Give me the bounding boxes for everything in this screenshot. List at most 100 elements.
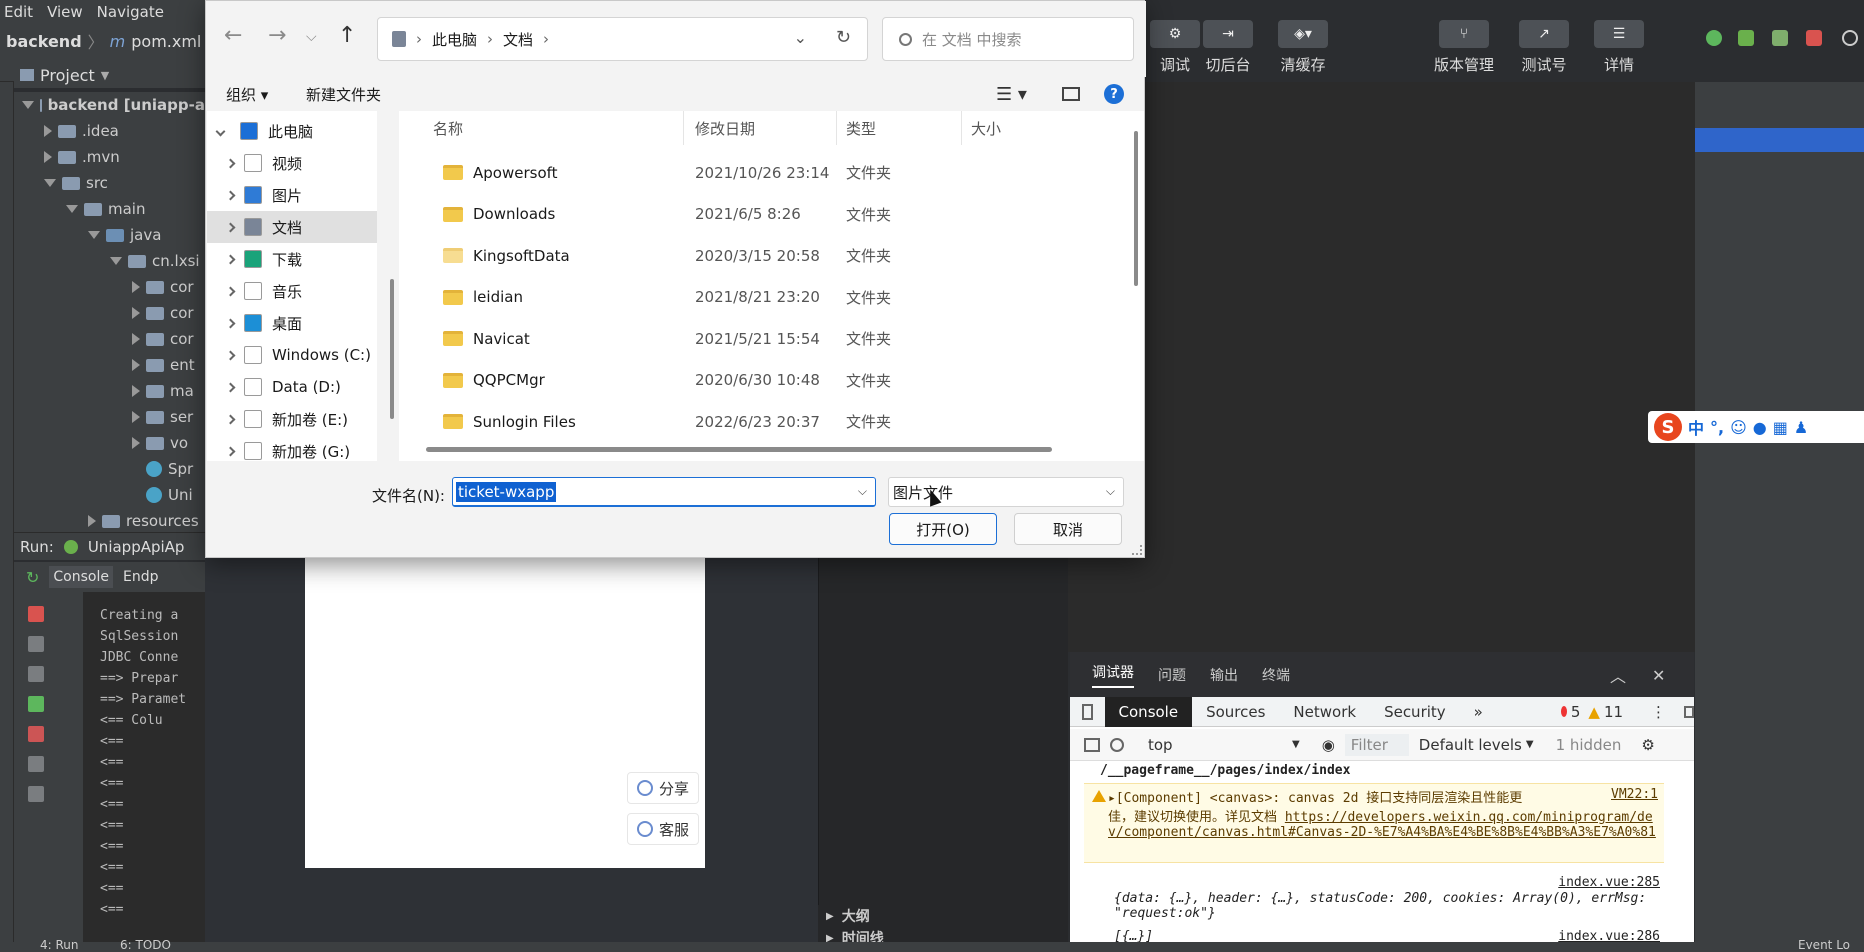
toolbar-test-account[interactable]: ↗ 测试号	[1514, 20, 1574, 75]
nav-item[interactable]: Data (D:)	[207, 371, 377, 403]
close-icon[interactable]: ✕	[1652, 666, 1665, 685]
error-count[interactable]: 5	[1571, 703, 1581, 721]
tree-item[interactable]: ma	[14, 378, 205, 404]
file-row[interactable]: Apowersoft 2021/10/26 23:14 文件夹	[399, 152, 1144, 193]
nav-item[interactable]: 此电脑	[207, 115, 377, 147]
inspect-icon[interactable]	[1082, 703, 1093, 720]
console-messages[interactable]: /__pageframe__/pages/index/index ▸[Compo…	[1070, 761, 1694, 942]
tree-item[interactable]: Uni	[14, 482, 205, 508]
chevron-right-icon[interactable]	[225, 350, 236, 360]
tree-item[interactable]: src	[14, 170, 205, 196]
resize-grip-icon[interactable]	[1132, 545, 1142, 555]
breadcrumb-file[interactable]: pom.xml	[131, 32, 201, 51]
chevron-right-icon[interactable]	[225, 382, 236, 392]
menu-view[interactable]: View	[47, 3, 83, 21]
nav-item[interactable]: 下载	[207, 243, 377, 275]
warning-source-link[interactable]: VM22:1	[1611, 787, 1658, 802]
rerun-icon[interactable]: ↻	[26, 568, 39, 587]
chevron-down-icon[interactable]	[22, 101, 34, 109]
toolbar-version[interactable]: ⑂ 版本管理	[1434, 20, 1494, 75]
new-folder-button[interactable]: 新建文件夹	[306, 84, 381, 105]
context-select[interactable]: top	[1148, 736, 1298, 754]
organize-menu[interactable]: 组织 ▾	[226, 84, 268, 105]
tree-item[interactable]: .mvn	[14, 144, 205, 170]
chevron-right-icon[interactable]	[225, 318, 236, 328]
chevron-right-icon[interactable]	[132, 333, 140, 345]
nav-item[interactable]: 文档	[207, 211, 377, 243]
tab-sources[interactable]: Sources	[1192, 697, 1279, 727]
cancel-button[interactable]: 取消	[1014, 513, 1122, 545]
toolbar-clear-cache[interactable]: ◈▾ 清缓存	[1273, 20, 1333, 75]
tree-item[interactable]: cor	[14, 300, 205, 326]
tab-problems[interactable]: 问题	[1158, 665, 1186, 685]
chevron-down-icon[interactable]: ⌵	[858, 484, 867, 499]
tab-output[interactable]: 输出	[1210, 665, 1238, 685]
tree-item[interactable]: Spr	[14, 456, 205, 482]
exit-icon[interactable]	[28, 726, 44, 742]
refresh-icon[interactable]: ↻	[836, 27, 851, 48]
chevron-right-icon[interactable]	[132, 411, 140, 423]
search-input[interactable]: 在 文档 中搜索	[882, 17, 1134, 61]
tree-item[interactable]: ser	[14, 404, 205, 430]
bug-icon[interactable]	[1738, 30, 1754, 46]
file-row[interactable]: KingsoftData 2020/3/15 20:58 文件夹	[399, 235, 1144, 276]
clear-console-icon[interactable]	[1110, 737, 1124, 752]
chevron-right-icon[interactable]	[132, 385, 140, 397]
nav-item[interactable]: 桌面	[207, 307, 377, 339]
up-icon[interactable]: ↑	[338, 23, 356, 48]
warning-count[interactable]: 11	[1604, 703, 1623, 721]
forward-icon[interactable]: →	[268, 23, 286, 48]
pause-icon[interactable]	[28, 636, 44, 652]
layout-icon[interactable]	[28, 756, 44, 772]
address-crumb-pc[interactable]: 此电脑	[432, 29, 477, 50]
sidebar-toggle-icon[interactable]	[1084, 737, 1100, 752]
tree-item[interactable]: java	[14, 222, 205, 248]
view-options-icon[interactable]: ☰ ▾	[996, 84, 1027, 105]
dock-icon[interactable]	[1684, 705, 1695, 718]
breadcrumb-project[interactable]: backend	[6, 32, 82, 51]
tab-console[interactable]: Console	[1104, 696, 1193, 727]
tab-more[interactable]: »	[1460, 697, 1497, 727]
ime-mode[interactable]: 中	[1688, 415, 1704, 439]
chevron-right-icon[interactable]	[44, 125, 52, 137]
chevron-right-icon[interactable]	[132, 437, 140, 449]
column-type[interactable]: 类型	[846, 118, 876, 139]
share-button[interactable]: 分享	[627, 772, 699, 804]
chevron-down-icon[interactable]	[88, 231, 100, 239]
column-name[interactable]: 名称	[433, 118, 463, 139]
column-date[interactable]: 修改日期	[695, 118, 755, 139]
chevron-down-icon[interactable]	[110, 257, 122, 265]
address-bar[interactable]: › 此电脑 › 文档 › ⌄ ↻	[377, 17, 868, 61]
chevron-right-icon[interactable]	[225, 286, 236, 296]
outline-item[interactable]: ▶ 大纲	[818, 905, 1068, 927]
ime-punct[interactable]: °,	[1710, 418, 1724, 437]
chevron-right-icon[interactable]	[132, 281, 140, 293]
tree-item[interactable]: cn.lxsi	[14, 248, 205, 274]
chevron-right-icon[interactable]	[225, 446, 236, 456]
run-console-output[interactable]: Creating a SqlSession JDBC Conne ==> Prepar…	[84, 592, 205, 942]
preview-pane-icon[interactable]	[1062, 87, 1080, 101]
log-source-link-2[interactable]: index.vue:286	[1558, 929, 1660, 942]
pin-icon[interactable]	[28, 786, 44, 802]
nav-item[interactable]: Windows (C:)	[207, 339, 377, 371]
tree-item[interactable]: .idea	[14, 118, 205, 144]
tree-item[interactable]: resources	[14, 508, 205, 532]
chevron-up-icon[interactable]: ︿	[1610, 663, 1626, 687]
chevron-down-icon[interactable]: ⌄	[794, 28, 807, 47]
more-icon[interactable]: ⋮	[1651, 703, 1666, 721]
ime-toolbar[interactable]: S 中 °, ☺ ● ▦ ♟	[1648, 411, 1864, 443]
chevron-right-icon[interactable]	[132, 307, 140, 319]
console-log-object[interactable]: {data: {…}, header: {…}, statusCode: 200…	[1114, 891, 1654, 921]
chevron-right-icon[interactable]	[44, 151, 52, 163]
recent-dropdown-icon[interactable]: ⌵	[306, 29, 317, 45]
status-run[interactable]: 4: Run	[40, 938, 79, 952]
file-row[interactable]: Navicat 2021/5/21 15:54 文件夹	[399, 318, 1144, 359]
toolbar-debug[interactable]: ⚙ 调试	[1145, 20, 1205, 75]
search-icon[interactable]	[1842, 30, 1858, 46]
camera-icon[interactable]	[28, 666, 44, 682]
console-log-array[interactable]: [{…}]	[1114, 929, 1153, 942]
help-icon[interactable]: ?	[1104, 84, 1124, 104]
tab-debugger[interactable]: 调试器	[1092, 662, 1134, 688]
tree-item[interactable]: cor	[14, 326, 205, 352]
address-crumb-docs[interactable]: 文档	[503, 29, 533, 50]
